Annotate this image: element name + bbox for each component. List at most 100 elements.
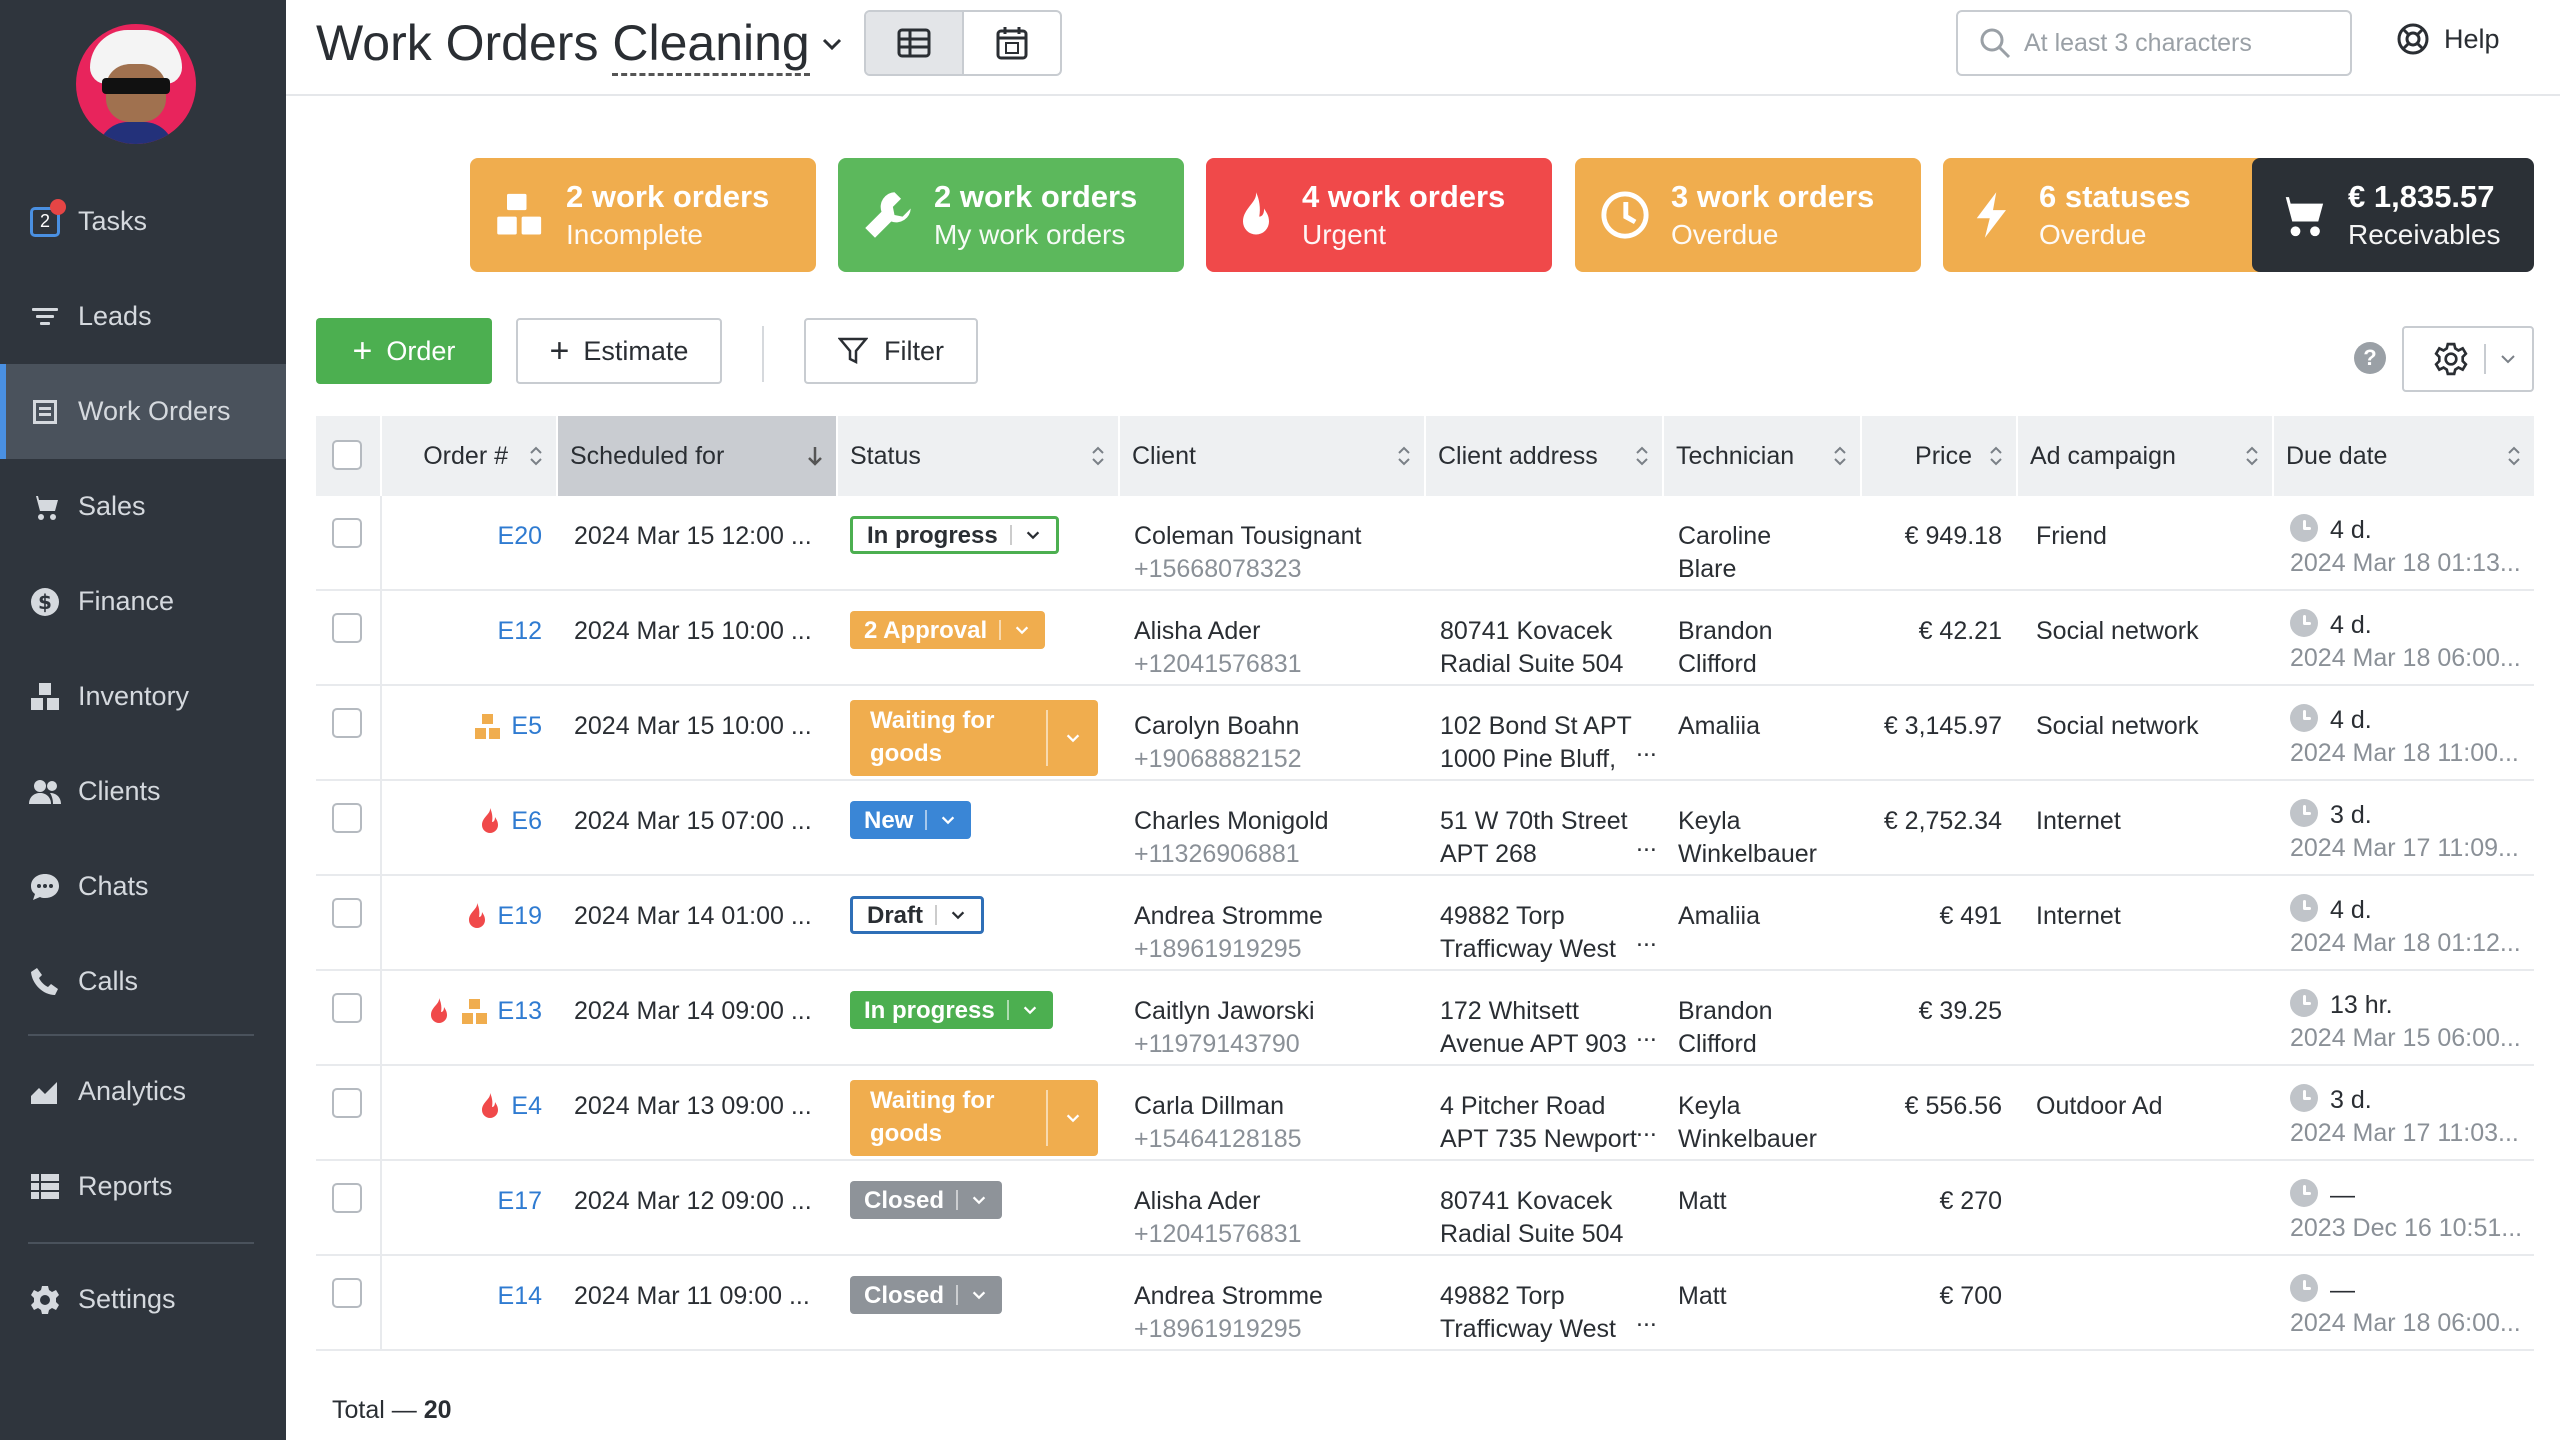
status-dropdown[interactable]: Waiting for goods [850,1080,1098,1156]
row-checkbox[interactable] [332,1278,362,1308]
col-price[interactable]: Price [1860,416,2016,496]
sidebar-item-leads[interactable]: Leads [0,269,286,364]
client-cell[interactable]: Charles Monigold +11326906881 [1134,805,1329,871]
card-overdue-statuses[interactable]: 6 statuses Overdue [1943,158,2289,272]
sidebar-item-work-orders[interactable]: Work Orders [0,364,286,459]
sidebar-item-tasks[interactable]: 2 Tasks [0,174,286,269]
status-dropdown[interactable]: New [850,801,972,839]
wrench-icon [860,187,916,243]
add-order-button[interactable]: + Order [316,318,492,384]
help-question-icon[interactable]: ? [2354,342,2386,374]
order-link[interactable]: E6 [511,805,542,838]
plus-icon: + [352,332,373,370]
table-body: E20 2024 Mar 15 12:00 ... In progress Colem… [316,496,2534,1351]
status-dropdown[interactable]: In progress [850,516,1059,554]
sidebar-item-analytics[interactable]: Analytics [0,1044,286,1139]
table-row[interactable]: E14 2024 Mar 11 09:00 ... Closed Andrea Str… [316,1256,2534,1351]
sidebar-item-sales[interactable]: Sales [0,459,286,554]
card-urgent[interactable]: 4 work orders Urgent [1206,158,1552,272]
client-cell[interactable]: Carla Dillman +15464128185 [1134,1090,1302,1156]
order-link[interactable]: E5 [511,710,542,743]
sidebar-item-reports[interactable]: Reports [0,1139,286,1234]
status-dropdown[interactable]: Closed [850,1276,1003,1314]
client-cell[interactable]: Andrea Stromme +18961919295 [1134,900,1323,966]
col-status[interactable]: Status [836,416,1118,496]
table-row[interactable]: E6 2024 Mar 15 07:00 ... New Charles Monigo… [316,781,2534,876]
work-orders-icon [28,395,62,429]
col-technician[interactable]: Technician [1662,416,1860,496]
table-row[interactable]: E20 2024 Mar 15 12:00 ... In progress Colem… [316,496,2534,591]
col-order-number[interactable]: Order # [380,416,556,496]
help-button[interactable]: Help [2396,22,2500,56]
table-row[interactable]: E17 2024 Mar 12 09:00 ... Closed Alisha Ade… [316,1161,2534,1256]
col-client[interactable]: Client [1118,416,1424,496]
sidebar-item-inventory[interactable]: Inventory [0,649,286,744]
sidebar-item-clients[interactable]: Clients [0,744,286,839]
status-cell: In progress [850,991,1053,1029]
table-settings-button[interactable] [2402,326,2534,392]
row-checkbox[interactable] [332,1088,362,1118]
table-row[interactable]: E13 2024 Mar 14 09:00 ... In progress Caitl… [316,971,2534,1066]
card-overdue-orders[interactable]: 3 work orders Overdue [1575,158,1921,272]
search-input[interactable] [2024,28,2344,58]
row-checkbox[interactable] [332,898,362,928]
status-dropdown[interactable]: Closed [850,1181,1003,1219]
row-checkbox[interactable] [332,613,362,643]
pipeline-selector[interactable]: Cleaning [612,15,810,76]
order-link[interactable]: E20 [498,520,542,553]
sidebar-item-finance[interactable]: $ Finance [0,554,286,649]
filter-button[interactable]: Filter [804,318,978,384]
client-cell[interactable]: Andrea Stromme +18961919295 [1134,1280,1323,1346]
order-link[interactable]: E4 [511,1090,542,1123]
client-cell[interactable]: Coleman Tousignant +15668078323 [1134,520,1361,586]
col-client-address[interactable]: Client address [1424,416,1662,496]
select-all-checkbox[interactable] [332,440,362,470]
add-estimate-button[interactable]: + Estimate [516,318,722,384]
col-scheduled-for[interactable]: Scheduled for [556,416,836,496]
order-link[interactable]: E19 [498,900,542,933]
card-incomplete[interactable]: 2 work orders Incomplete [470,158,816,272]
sort-icon [1092,446,1104,466]
avatar[interactable] [76,24,196,144]
technician-first: Amaliia [1678,902,1760,930]
card-receivables[interactable]: € 1,835.57 Receivables [2252,158,2534,272]
status-dropdown[interactable]: 2 Approval [850,611,1046,649]
address-line-2: Radial Suite 504 [1440,1220,1624,1248]
sidebar-divider [28,1034,254,1036]
table-row[interactable]: E5 2024 Mar 15 10:00 ... Waiting for goods… [316,686,2534,781]
status-dropdown[interactable]: Draft [850,896,985,934]
table-view-button[interactable] [866,12,964,74]
status-dropdown[interactable]: In progress [850,991,1053,1029]
sidebar-item-settings[interactable]: Settings [0,1252,286,1347]
client-cell[interactable]: Alisha Ader +12041576831 [1134,1185,1302,1251]
row-checkbox[interactable] [332,708,362,738]
order-link[interactable]: E13 [498,995,542,1028]
order-link[interactable]: E12 [498,615,542,648]
table-row[interactable]: E4 2024 Mar 13 09:00 ... Waiting for goods… [316,1066,2534,1161]
card-my-work-orders[interactable]: 2 work orders My work orders [838,158,1184,272]
address-more: ... [1636,1304,1657,1332]
client-cell[interactable]: Alisha Ader +12041576831 [1134,615,1302,681]
due-remaining: 3 d. [2330,1086,2372,1114]
col-due-date[interactable]: Due date [2272,416,2534,496]
order-link[interactable]: E17 [498,1185,542,1218]
col-ad-campaign[interactable]: Ad campaign [2016,416,2272,496]
sidebar-item-chats[interactable]: Chats [0,839,286,934]
client-cell[interactable]: Carolyn Boahn +19068882152 [1134,710,1302,776]
calendar-view-button[interactable] [964,12,1060,74]
table-row[interactable]: E12 2024 Mar 15 10:00 ... 2 Approval Alisha… [316,591,2534,686]
table-row[interactable]: E19 2024 Mar 14 01:00 ... Draft Andrea Stro… [316,876,2534,971]
status-dropdown[interactable]: Waiting for goods [850,700,1098,776]
row-checkbox[interactable] [332,993,362,1023]
client-cell[interactable]: Caitlyn Jaworski +11979143790 [1134,995,1315,1061]
row-checkbox[interactable] [332,1183,362,1213]
row-checkbox[interactable] [332,518,362,548]
page-title-main: Work Orders [316,15,599,71]
sidebar-item-label: Settings [78,1284,176,1314]
row-checkbox[interactable] [332,803,362,833]
price-cell: € 556.56 [1904,1092,2002,1120]
order-link[interactable]: E14 [498,1280,542,1313]
chevron-down-icon[interactable] [816,28,848,60]
sidebar-item-calls[interactable]: Calls [0,934,286,1029]
svg-text:$: $ [38,590,52,614]
